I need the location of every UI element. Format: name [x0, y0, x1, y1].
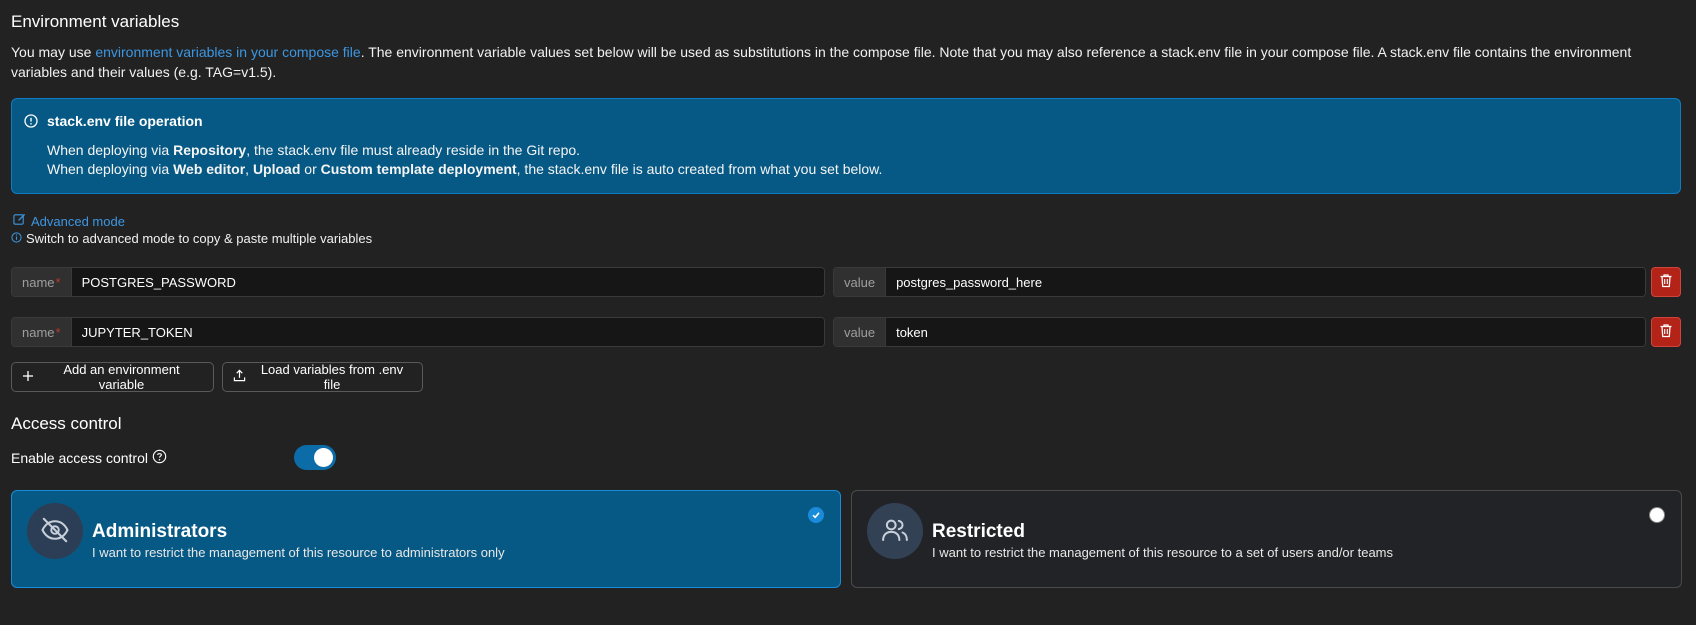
env-name-field: name *: [11, 267, 825, 297]
help-circle-icon[interactable]: [152, 449, 167, 467]
intro-text-start: You may use: [11, 44, 96, 60]
unselected-radio[interactable]: [1649, 507, 1665, 523]
bold-text: Upload: [252, 161, 301, 177]
delete-variable-button[interactable]: [1651, 317, 1681, 347]
trash-icon: [1659, 323, 1673, 341]
name-addon: name *: [12, 268, 72, 296]
env-value-field: value: [833, 267, 1646, 297]
selected-check-icon: [808, 507, 824, 523]
env-value-input[interactable]: [886, 318, 1645, 346]
option-title: Restricted: [932, 521, 1025, 542]
required-mark: *: [55, 274, 61, 290]
env-section-title: Environment variables: [11, 12, 180, 31]
access-control-toggle[interactable]: [294, 445, 336, 470]
access-control-title: Access control: [11, 414, 122, 433]
bold-text: Web editor: [173, 161, 246, 177]
delete-variable-button[interactable]: [1651, 267, 1681, 297]
add-env-variable-button[interactable]: Add an environment variable: [11, 362, 214, 392]
plus-icon: [22, 370, 34, 385]
env-value-field: value: [833, 317, 1646, 347]
advanced-mode-hint: Switch to advanced mode to copy & paste …: [11, 231, 372, 246]
info-line-editor: When deploying via Web editor, Upload or…: [47, 161, 882, 177]
bold-text: Repository: [173, 142, 247, 158]
option-title: Administrators: [92, 521, 228, 542]
option-description: I want to restrict the management of thi…: [92, 545, 505, 560]
info-box-title: stack.env file operation: [47, 113, 203, 129]
load-env-file-button[interactable]: Load variables from .env file: [222, 362, 423, 392]
users-icon: [880, 515, 910, 548]
text: When deploying via: [47, 161, 174, 177]
value-addon: value: [834, 268, 887, 296]
upload-icon: [233, 369, 246, 385]
enable-access-control-text: Enable access control: [11, 450, 148, 466]
text: or: [300, 161, 321, 177]
avatar: [27, 503, 83, 559]
required-mark: *: [55, 324, 61, 340]
env-name-input[interactable]: [71, 268, 824, 296]
toggle-knob: [314, 448, 333, 467]
text: , the stack.env file must already reside…: [246, 142, 581, 158]
advanced-mode-label: Advanced mode: [31, 213, 125, 229]
load-env-file-label: Load variables from .env file: [260, 362, 404, 392]
restricted-option-card[interactable]: Restricted I want to restrict the manage…: [851, 490, 1682, 588]
value-addon: value: [834, 318, 887, 346]
text: When deploying via: [47, 142, 174, 158]
env-intro-text: You may use environment variables in you…: [11, 42, 1681, 82]
env-name-input[interactable]: [71, 318, 824, 346]
avatar: [867, 503, 923, 559]
trash-icon: [1659, 273, 1673, 291]
eye-off-icon: [40, 515, 70, 548]
env-value-input[interactable]: [886, 268, 1645, 296]
text: ,: [245, 161, 253, 177]
enable-access-control-label: Enable access control: [11, 449, 167, 467]
add-env-variable-label: Add an environment variable: [63, 362, 180, 392]
administrators-option-card[interactable]: Administrators I want to restrict the ma…: [11, 490, 841, 588]
name-label: name: [22, 324, 55, 340]
advanced-mode-link[interactable]: Advanced mode: [13, 213, 125, 229]
stack-env-info-box: stack.env file operation When deploying …: [11, 98, 1681, 194]
info-circle-icon: [24, 114, 38, 128]
edit-icon: [13, 213, 26, 229]
option-description: I want to restrict the management of thi…: [932, 545, 1393, 560]
text: , the stack.env file is auto created fro…: [516, 161, 883, 177]
info-circle-icon: [11, 231, 22, 246]
advanced-hint-text: Switch to advanced mode to copy & paste …: [26, 231, 373, 246]
env-name-field: name *: [11, 317, 825, 347]
name-addon: name *: [12, 318, 72, 346]
info-line-repository: When deploying via Repository, the stack…: [47, 142, 580, 158]
bold-text: Custom template deployment: [320, 161, 517, 177]
env-docs-link[interactable]: environment variables in your compose fi…: [95, 44, 360, 60]
name-label: name: [22, 274, 55, 290]
